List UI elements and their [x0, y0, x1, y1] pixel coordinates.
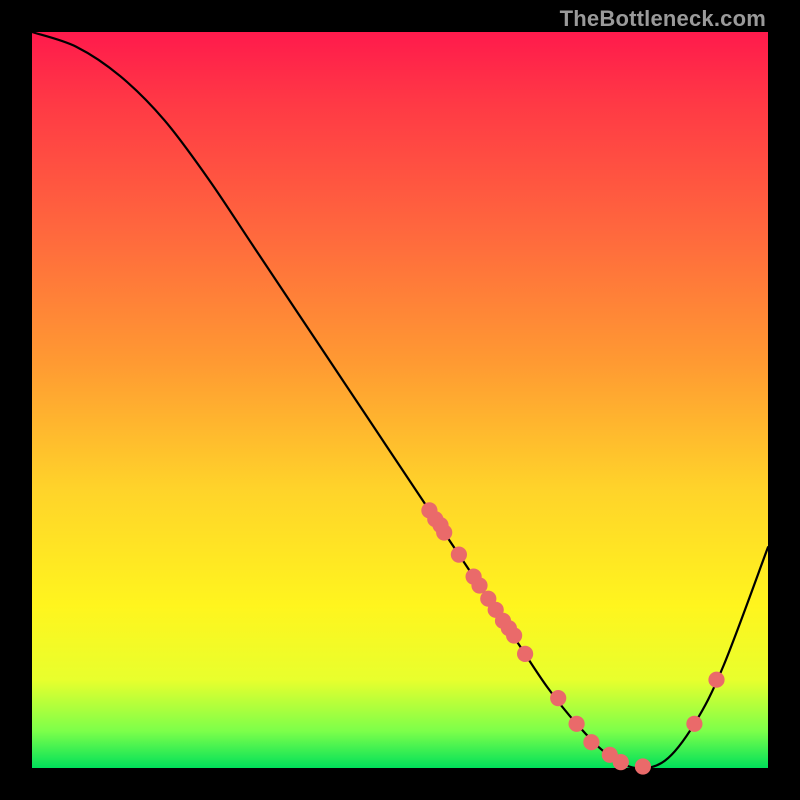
marker-dot [436, 524, 452, 540]
marker-dot [686, 716, 702, 732]
marker-dot [708, 672, 724, 688]
chart-stage: TheBottleneck.com [0, 0, 800, 800]
plot-area [32, 32, 768, 768]
marker-dot [635, 758, 651, 774]
marker-dot [517, 646, 533, 662]
bottleneck-curve [32, 32, 768, 768]
marker-dot [569, 716, 585, 732]
marker-dot [451, 547, 467, 563]
marker-dot [471, 577, 487, 593]
marker-dot [506, 627, 522, 643]
marker-dot [550, 690, 566, 706]
chart-svg [32, 32, 768, 768]
curve-markers [421, 502, 724, 774]
marker-dot [613, 754, 629, 770]
watermark-label: TheBottleneck.com [560, 6, 766, 32]
marker-dot [583, 734, 599, 750]
